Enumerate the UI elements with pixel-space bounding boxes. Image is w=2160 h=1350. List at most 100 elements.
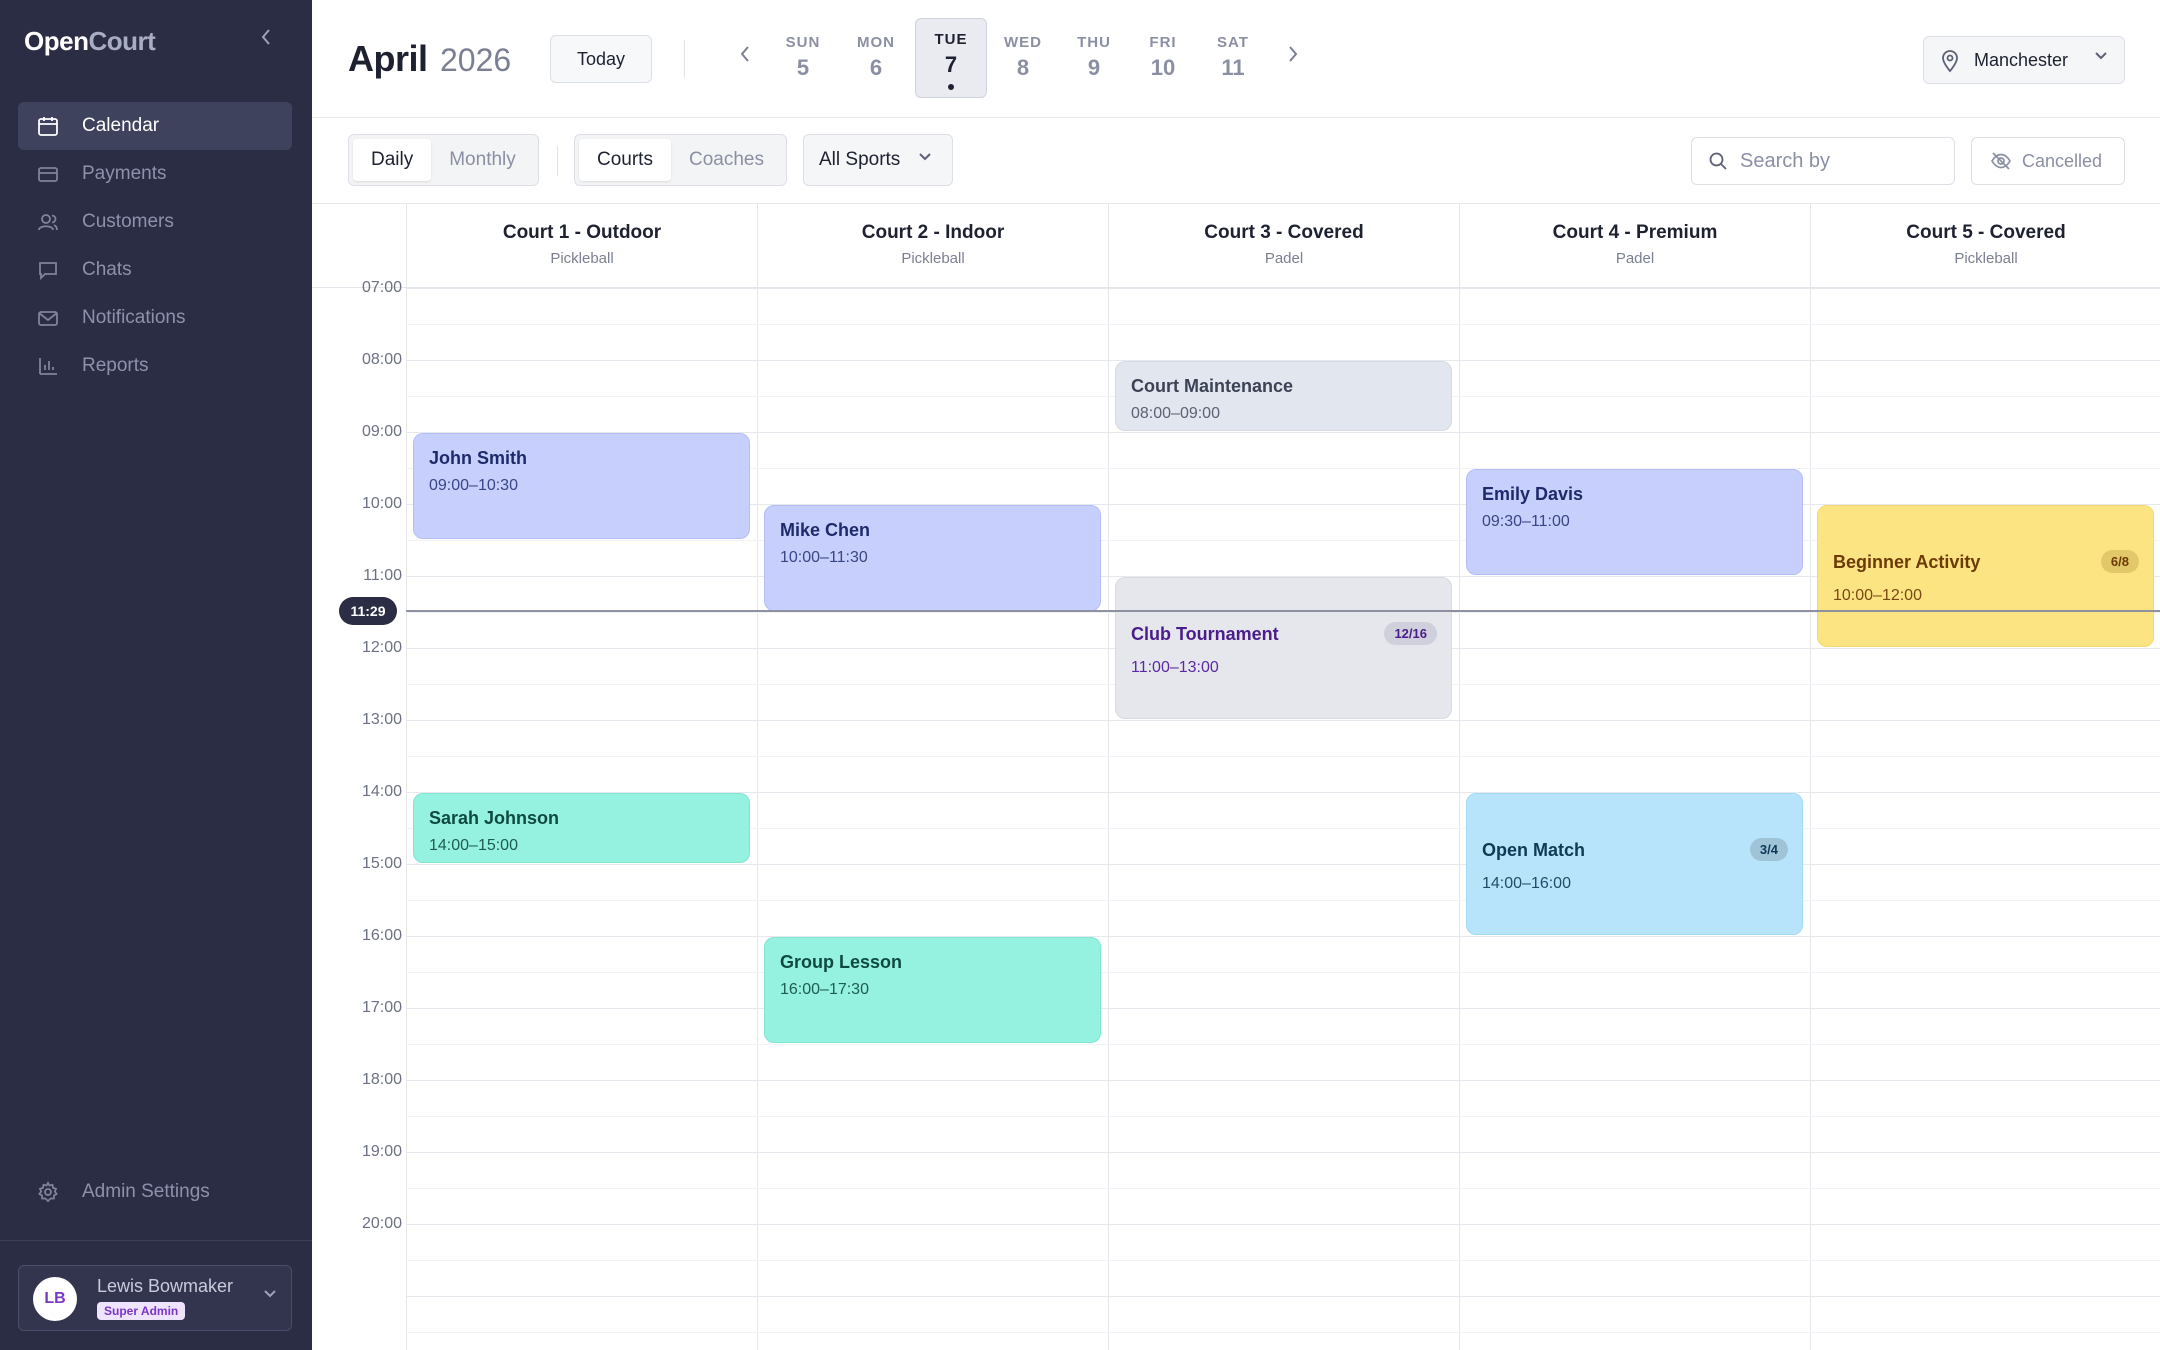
court-header: Court 5 - Covered Pickleball	[1811, 204, 2160, 288]
event-time: 09:30–11:00	[1482, 513, 1570, 530]
event-time: 10:00–11:30	[780, 549, 868, 566]
calendar-icon	[36, 114, 60, 138]
sidebar-divider	[0, 1240, 312, 1241]
mail-icon	[36, 306, 60, 330]
hour-gridline	[406, 864, 2160, 865]
logo-open: Open	[24, 26, 89, 56]
court-sport: Padel	[1615, 250, 1655, 267]
chevron-down-icon	[263, 1286, 277, 1304]
event-title: Sarah Johnson	[429, 808, 560, 828]
capacity-badge: 6/8	[2100, 550, 2139, 573]
court-header: Court 4 - Premium Padel	[1460, 204, 1810, 288]
booking-event[interactable]: Beginner Activity 10:00–12:00 6/8	[1817, 505, 2154, 647]
sport-filter-select[interactable]: All Sports	[803, 134, 953, 186]
booking-event[interactable]: John Smith 09:00–10:30	[413, 433, 750, 539]
day-mon[interactable]: MON 6	[840, 18, 912, 98]
app-logo[interactable]: OpenCourt	[24, 26, 156, 57]
hour-label: 20:00	[361, 1215, 402, 1232]
court-name: Court 4 - Premium	[1552, 222, 1718, 243]
booking-event[interactable]: Emily Davis 09:30–11:00	[1466, 469, 1803, 575]
sidebar-item-label: Chats	[82, 259, 132, 280]
court-name: Court 3 - Covered	[1204, 222, 1364, 243]
hour-label: 12:00	[361, 639, 402, 656]
sidebar-item-customers[interactable]: Customers	[18, 198, 292, 246]
credit-card-icon	[36, 162, 60, 186]
next-week-button[interactable]	[1280, 42, 1306, 72]
court-header: Court 3 - Covered Padel	[1109, 204, 1459, 288]
gear-icon	[36, 1180, 60, 1204]
day-date: 6	[869, 55, 883, 80]
cancelled-label: Cancelled	[2022, 151, 2103, 171]
chevron-left-icon	[261, 29, 270, 45]
day-name: TUE	[934, 31, 968, 48]
hour-label: 15:00	[361, 855, 402, 872]
day-date: 9	[1087, 55, 1101, 80]
collapse-sidebar-button[interactable]	[254, 26, 278, 54]
hour-label: 07:00	[361, 279, 402, 296]
previous-week-button[interactable]	[732, 42, 758, 72]
tab-monthly[interactable]: Monthly	[431, 139, 534, 181]
event-time: 08:00–09:00	[1131, 405, 1220, 422]
event-title: Mike Chen	[780, 520, 871, 540]
booking-event[interactable]: Court Maintenance 08:00–09:00	[1115, 361, 1452, 431]
hour-gridline	[406, 1080, 2160, 1081]
column-divider	[757, 204, 758, 1350]
location-label: Manchester	[1974, 50, 2069, 70]
tab-daily[interactable]: Daily	[353, 139, 432, 181]
booking-event[interactable]: Mike Chen 10:00–11:30	[764, 505, 1101, 611]
half-hour-gridline	[406, 1260, 2160, 1261]
show-cancelled-toggle[interactable]: Cancelled	[1971, 137, 2125, 185]
eye-off-icon	[1990, 151, 2012, 176]
sidebar-item-label: Notifications	[82, 307, 186, 328]
hour-gridline	[406, 720, 2160, 721]
half-hour-gridline	[406, 1116, 2160, 1117]
view-toggle: Daily Monthly	[348, 134, 539, 186]
day-wed[interactable]: WED 8	[987, 18, 1059, 98]
day-fri[interactable]: FRI 10	[1127, 18, 1199, 98]
day-date: 11	[1221, 55, 1245, 80]
day-tue[interactable]: TUE 7	[915, 18, 987, 98]
day-sat[interactable]: SAT 11	[1197, 18, 1269, 98]
user-menu[interactable]: LB Lewis Bowmaker Super Admin	[18, 1265, 292, 1331]
search-input[interactable]	[1740, 146, 1940, 176]
calendar-grid: Court 1 - Outdoor Pickleball Court 2 - I…	[312, 204, 2160, 1350]
day-sun[interactable]: SUN 5	[767, 18, 839, 98]
sidebar-item-calendar[interactable]: Calendar	[18, 102, 292, 150]
sidebar-item-payments[interactable]: Payments	[18, 150, 292, 198]
day-name: SUN	[785, 34, 821, 51]
year-title: 2026	[440, 42, 512, 78]
tab-courts[interactable]: Courts	[579, 139, 671, 181]
current-time-line	[406, 609, 2160, 612]
booking-event[interactable]: Group Lesson 16:00–17:30	[764, 937, 1101, 1043]
admin-settings-label: Admin Settings	[82, 1181, 210, 1202]
sidebar-item-notifications[interactable]: Notifications	[18, 294, 292, 342]
sidebar-item-reports[interactable]: Reports	[18, 342, 292, 390]
day-name: FRI	[1149, 34, 1177, 51]
half-hour-gridline	[406, 1188, 2160, 1189]
hour-label: 17:00	[361, 999, 402, 1016]
event-time: 10:00–12:00	[1833, 587, 1922, 604]
search-box	[1691, 137, 1955, 185]
court-sport: Pickleball	[1954, 250, 2018, 267]
capacity-badge: 3/4	[1749, 838, 1788, 861]
court-sport: Padel	[1264, 250, 1304, 267]
day-thu[interactable]: THU 9	[1058, 18, 1130, 98]
day-name: THU	[1077, 34, 1111, 51]
day-date: 5	[796, 55, 810, 80]
booking-event[interactable]: Sarah Johnson 14:00–15:00	[413, 793, 750, 863]
tab-coaches[interactable]: Coaches	[671, 139, 782, 181]
today-button[interactable]: Today	[550, 35, 652, 83]
current-time-badge: 11:29	[339, 596, 397, 625]
location-select[interactable]: Manchester	[1923, 36, 2125, 84]
booking-event[interactable]: Club Tournament 11:00–13:00 12/16	[1115, 577, 1452, 719]
admin-settings-button[interactable]: Admin Settings	[18, 1168, 292, 1216]
court-header: Court 2 - Indoor Pickleball	[758, 204, 1108, 288]
event-time: 14:00–15:00	[429, 837, 518, 854]
sidebar-item-chats[interactable]: Chats	[18, 246, 292, 294]
search-icon	[1708, 151, 1728, 176]
day-name: MON	[857, 34, 895, 51]
booking-event[interactable]: Open Match 14:00–16:00 3/4	[1466, 793, 1803, 935]
sidebar-item-label: Calendar	[82, 115, 160, 136]
day-name: SAT	[1217, 34, 1249, 51]
hour-label: 09:00	[361, 423, 402, 440]
